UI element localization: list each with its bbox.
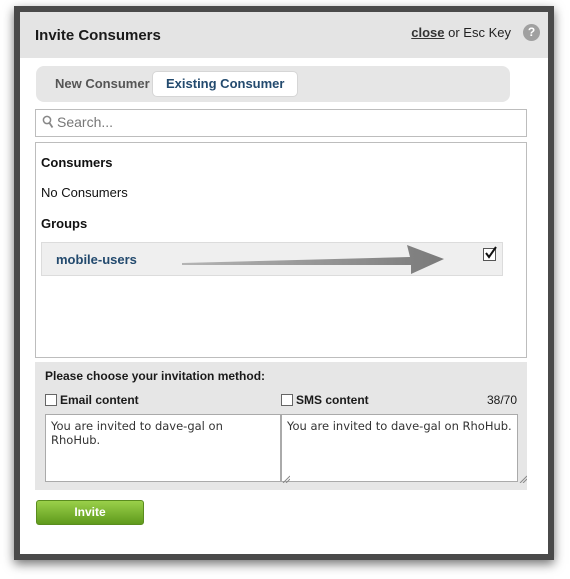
email-content-label[interactable]: Email content [60,393,139,407]
invitation-method-heading: Please choose your invitation method: [45,369,266,383]
group-row-mobile-users[interactable]: mobile-users [41,242,503,276]
close-link[interactable]: close [411,25,444,40]
email-content-checkbox[interactable] [45,394,57,406]
sms-content-checkbox[interactable] [281,394,293,406]
arrow-pointer-icon [182,245,444,274]
group-checkbox[interactable] [483,246,497,261]
no-consumers-text: No Consumers [41,185,128,200]
consumer-tabs: New Consumer Existing Consumer [36,66,510,102]
help-icon[interactable]: ? [523,24,540,41]
consumers-heading: Consumers [41,155,113,170]
search-icon [42,115,54,128]
consumer-list-panel: Consumers No Consumers Groups mobile-use… [35,142,527,358]
sms-content-label[interactable]: SMS content [296,393,369,407]
dialog-title: Invite Consumers [35,27,161,44]
tab-new-consumer[interactable]: New Consumer [55,72,150,96]
dialog-titlebar: Invite Consumers close or Esc Key ? [20,12,548,58]
invitation-method-panel: Please choose your invitation method: Em… [35,362,527,490]
invite-consumers-dialog: Invite Consumers close or Esc Key ? New … [14,6,554,560]
groups-heading: Groups [41,216,88,231]
tab-existing-consumer[interactable]: Existing Consumer [153,72,298,96]
close-area: close or Esc Key [411,25,511,40]
close-hint: or Esc Key [448,25,511,40]
group-name[interactable]: mobile-users [56,252,137,267]
checkmark-icon [485,246,497,259]
sms-content-textarea[interactable]: You are invited to dave-gal on RhoHub. [281,414,518,482]
sms-char-count: 38/70 [486,393,517,407]
invite-button[interactable]: Invite [36,500,144,525]
resize-handle-icon[interactable] [519,475,527,483]
search-box [35,109,527,137]
search-input[interactable] [57,112,517,132]
email-content-textarea[interactable]: You are invited to dave-gal on RhoHub. [45,414,281,482]
resize-handle-icon[interactable] [282,475,290,483]
